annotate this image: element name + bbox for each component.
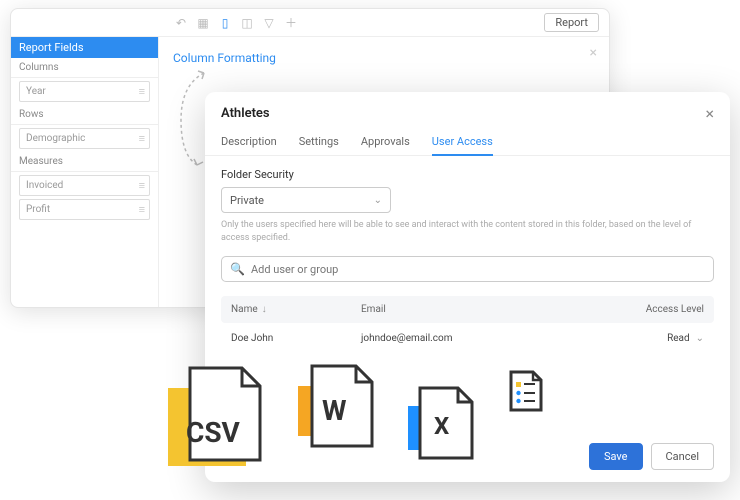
toolbar-icon-group: ↶ ▦ ▯ ◫ ▽ ＋	[171, 13, 301, 33]
report-toolbar: ↶ ▦ ▯ ◫ ▽ ＋ Report	[11, 9, 609, 37]
section-columns: Columns	[11, 58, 158, 78]
csv-file-icon: CSV	[162, 360, 272, 480]
dialog-header: Athletes ×	[205, 92, 730, 129]
svg-text:X: X	[434, 412, 449, 440]
sidebar-title: Report Fields	[11, 37, 158, 58]
report-button[interactable]: Report	[544, 13, 599, 32]
word-file-icon: W	[290, 360, 382, 460]
field-year[interactable]: Year ≡	[19, 81, 150, 102]
column-formatting-title: Column Formatting	[173, 51, 276, 65]
form-file-icon	[505, 368, 547, 416]
access-value: Read	[667, 333, 690, 344]
tab-description[interactable]: Description	[221, 129, 277, 155]
drag-icon: ≡	[139, 85, 143, 98]
drag-icon: ≡	[139, 203, 143, 216]
filter-icon[interactable]: ▽	[259, 13, 279, 33]
folder-security-select[interactable]: Private ⌄	[221, 187, 391, 213]
cell-access[interactable]: Read ⌄	[604, 333, 704, 344]
tab-settings[interactable]: Settings	[299, 129, 339, 155]
column-icon[interactable]: ▯	[215, 13, 235, 33]
drag-icon: ≡	[139, 132, 143, 145]
add-icon[interactable]: ＋	[281, 13, 301, 33]
svg-text:CSV: CSV	[186, 416, 241, 449]
close-icon[interactable]: ×	[590, 45, 597, 61]
table-row: Doe John johndoe@email.com Read ⌄	[221, 323, 714, 354]
access-table: Name ↓ Email Access Level Doe John johndo…	[221, 296, 714, 354]
col-access-header[interactable]: Access Level	[604, 304, 704, 315]
user-search-input[interactable]	[251, 263, 705, 276]
cancel-button[interactable]: Cancel	[651, 443, 714, 470]
field-demo-label: Demographic	[26, 133, 85, 144]
svg-text:W: W	[322, 394, 347, 427]
chevron-down-icon: ⌄	[696, 333, 704, 344]
col-name-header[interactable]: Name ↓	[231, 304, 361, 315]
undo-icon[interactable]: ↶	[171, 13, 191, 33]
chevron-down-icon: ⌄	[374, 195, 382, 206]
field-year-label: Year	[26, 86, 46, 97]
report-sidebar: Report Fields Columns Year ≡ Rows Demogra…	[11, 37, 159, 307]
search-icon: 🔍	[230, 262, 245, 276]
grid-icon[interactable]: ▦	[193, 13, 213, 33]
section-rows: Rows	[11, 105, 158, 125]
dialog-tabs: Description Settings Approvals User Acce…	[205, 129, 730, 156]
field-profit[interactable]: Profit ≡	[19, 199, 150, 220]
tab-approvals[interactable]: Approvals	[361, 129, 410, 155]
col-email-header[interactable]: Email	[361, 304, 604, 315]
field-profit-label: Profit	[26, 204, 50, 215]
drag-icon: ≡	[139, 179, 143, 192]
dialog-title: Athletes	[221, 106, 270, 121]
save-button[interactable]: Save	[589, 443, 643, 470]
col-name-label: Name	[231, 304, 258, 315]
field-invoiced-label: Invoiced	[26, 180, 63, 191]
cell-name: Doe John	[231, 333, 361, 344]
folder-security-label: Folder Security	[221, 168, 714, 181]
sort-down-icon: ↓	[262, 304, 267, 315]
table-header: Name ↓ Email Access Level	[221, 296, 714, 323]
cell-email: johndoe@email.com	[361, 333, 604, 344]
folder-security-value: Private	[230, 194, 264, 207]
field-invoiced[interactable]: Invoiced ≡	[19, 175, 150, 196]
section-measures: Measures	[11, 152, 158, 172]
excel-file-icon: X	[400, 382, 482, 472]
folder-security-help: Only the users specified here will be ab…	[221, 219, 714, 244]
close-icon[interactable]: ×	[705, 104, 714, 123]
user-search-box[interactable]: 🔍	[221, 256, 714, 282]
tab-user-access[interactable]: User Access	[432, 129, 493, 156]
field-demographic[interactable]: Demographic ≡	[19, 128, 150, 149]
chart-icon[interactable]: ◫	[237, 13, 257, 33]
